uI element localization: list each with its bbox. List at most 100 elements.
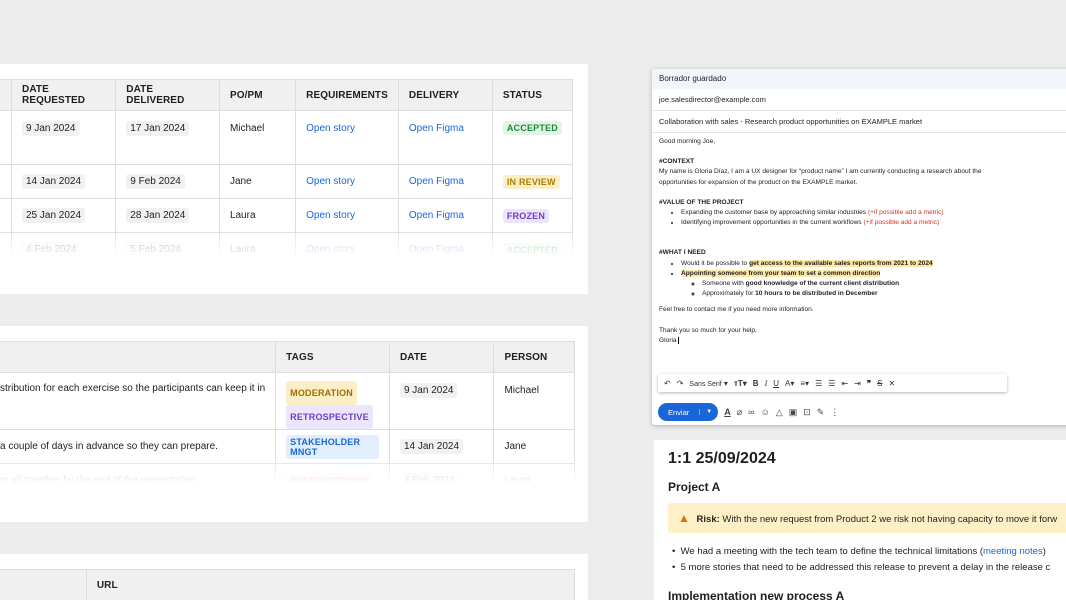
date-chip: 17 Jan 2024 [126, 121, 190, 136]
pm-cell: Laura [218, 198, 297, 233]
col-tags: TAGS [275, 341, 390, 373]
attach-icon[interactable]: ⌀ [737, 407, 742, 418]
open-figma-link[interactable]: Open Figma [409, 210, 464, 221]
date-chip: 25 Jan 2024 [22, 208, 86, 223]
person-cell: Michael [493, 372, 575, 430]
description-cell: stribution for each exercise so the part… [0, 372, 277, 430]
underline-icon[interactable]: U [773, 379, 779, 388]
context-title: #CONTEXT [659, 158, 695, 166]
link-icon[interactable]: ∞ [748, 407, 754, 417]
send-row: Enviar ▼ A ⌀ ∞ ☺ △ ▣ ⊡ ✎ ⋮ [658, 403, 839, 421]
recipient-field[interactable]: joe.salesdirector@example.com [652, 89, 1066, 111]
list-item: Appointing someone from your team to set… [681, 269, 1066, 300]
table-row: a couple of days in advance so they can … [0, 429, 575, 464]
learnings-table: TAGS DATE PERSON stribution for each exe… [0, 341, 575, 498]
list-item: Approximately for 10 hours to be distrib… [702, 289, 1066, 299]
requests-table: DATE REQUESTED DATE DELIVERED PO/PM REQU… [0, 79, 574, 267]
person-cell: Jane [493, 429, 575, 464]
project-heading: Project A [668, 480, 721, 494]
table-row: 25 Jan 2024 28 Jan 2024 Laura Open story… [0, 198, 574, 233]
closing: Feel free to contact me if you need more… [659, 306, 814, 314]
clear-format-icon[interactable]: ✕ [888, 379, 895, 388]
text-color-icon[interactable]: A▾ [785, 379, 794, 388]
table-header-row: DATE REQUESTED DATE DELIVERED PO/PM REQU… [0, 79, 574, 111]
need-list: Would it be possible to get access to th… [659, 259, 1066, 300]
send-options-icon[interactable]: ▼ [699, 409, 718, 415]
numbered-list-icon[interactable]: ☰ [815, 379, 822, 388]
col-status: STATUS [491, 79, 574, 111]
photo-icon[interactable]: ▣ [789, 407, 798, 418]
open-story-link[interactable]: Open story [306, 123, 355, 134]
thanks: Thank you so much for your help, [659, 326, 757, 334]
tag-badge: STAKEHOLDER MNGT [286, 434, 379, 459]
signature-icon[interactable]: ✎ [817, 407, 825, 418]
col-delivery: DELIVERY [397, 79, 493, 111]
indent-less-icon[interactable]: ⇤ [841, 379, 848, 388]
emoji-icon[interactable]: ☺ [761, 407, 770, 417]
open-figma-link[interactable]: Open Figma [409, 123, 464, 134]
col-url: URL [85, 569, 576, 600]
date-chip: 14 Jan 2024 [399, 439, 464, 454]
signature: Gloria [659, 336, 679, 344]
requests-table-card: DATE REQUESTED DATE DELIVERED PO/PM REQU… [0, 64, 588, 294]
email-compose-window: Borrador guardado joe.salesdirector@exam… [652, 69, 1066, 425]
context-text: My name is Gloria Díaz, I am a UX design… [659, 168, 982, 186]
pm-cell: Jane [218, 164, 297, 199]
value-list: Expanding the customer base by approachi… [659, 208, 1066, 228]
lock-icon[interactable]: ⊡ [803, 407, 811, 418]
font-select[interactable]: Sans Serif ▾ [689, 379, 728, 388]
col-po-pm: PO/PM [218, 79, 297, 111]
status-badge: IN REVIEW [502, 174, 560, 189]
links-table-card: URL [0, 554, 588, 600]
indent-more-icon[interactable]: ⇥ [854, 379, 861, 388]
formatting-toolbar: ↶ ↷ Sans Serif ▾ тT▾ B I U A▾ ≡▾ ☰ ☰ ⇤ ⇥… [658, 374, 1007, 392]
list-item: • 5 more stories that need to be address… [672, 562, 1051, 573]
description-cell: a couple of days in advance so they can … [0, 429, 277, 464]
learnings-table-card: TAGS DATE PERSON stribution for each exe… [0, 326, 588, 522]
open-figma-link[interactable]: Open Figma [409, 244, 464, 255]
table-row: 14 Jan 2024 9 Feb 2024 Jane Open story O… [0, 164, 574, 199]
date-chip: 28 Jan 2024 [126, 208, 190, 223]
open-figma-link[interactable]: Open Figma [409, 176, 464, 187]
list-item: Would it be possible to get access to th… [681, 259, 1066, 269]
tag-badge: RETROSPECTIVE [286, 405, 373, 429]
date-chip: 9 Jan 2024 [399, 383, 458, 398]
table-header-row: URL [0, 569, 576, 600]
meeting-notes-link[interactable]: meeting notes [983, 546, 1043, 557]
bulleted-list-icon[interactable]: ☰ [828, 379, 835, 388]
date-chip: 9 Feb 2024 [126, 174, 185, 189]
formatting-options-icon[interactable]: A [724, 407, 731, 417]
list-item: Someone with good knowledge of the curre… [702, 279, 1066, 289]
drive-icon[interactable]: △ [776, 407, 783, 418]
date-chip: 4 Feb 2024 [22, 242, 81, 257]
date-chip: 9 Jan 2024 [22, 121, 80, 136]
undo-icon[interactable]: ↶ [664, 379, 671, 388]
list-item: • We had a meeting with the tech team to… [672, 546, 1046, 557]
open-story-link[interactable]: Open story [306, 210, 355, 221]
date-chip: 5 Feb 2024 [126, 242, 185, 257]
more-options-icon[interactable]: ⋮ [830, 407, 839, 418]
status-badge: ACCEPTED [502, 242, 562, 257]
open-story-link[interactable]: Open story [306, 176, 355, 187]
meeting-notes-doc: 1:1 25/09/2024 Project A ▲ Risk: With th… [654, 440, 1066, 600]
pm-cell: Michael [218, 110, 297, 165]
col-requirements: REQUIREMENTS [295, 79, 399, 111]
subject-field[interactable]: Collaboration with sales - Research prod… [652, 111, 1066, 133]
status-badge: ACCEPTED [502, 121, 562, 135]
font-size-icon[interactable]: тT▾ [734, 379, 747, 388]
italic-icon[interactable]: I [765, 379, 768, 388]
col-date-delivered: DATE DELIVERED [115, 79, 220, 111]
redo-icon[interactable]: ↷ [677, 379, 684, 388]
quote-icon[interactable]: ❞ [867, 379, 871, 388]
send-button[interactable]: Enviar ▼ [658, 403, 719, 421]
status-badge: FROZEN [502, 208, 550, 223]
risk-callout: ▲ Risk: With the new request from Produc… [668, 503, 1066, 533]
table-row: stribution for each exercise so the part… [0, 372, 575, 430]
align-icon[interactable]: ≡▾ [800, 379, 809, 388]
bold-icon[interactable]: B [753, 379, 759, 388]
email-body[interactable]: Good morning Joe, #CONTEXT My name is Gl… [652, 133, 1066, 350]
strikethrough-icon[interactable]: S [877, 379, 882, 388]
value-title: #VALUE OF THE PROJECT [659, 198, 744, 206]
open-story-link[interactable]: Open story [306, 244, 355, 255]
greeting: Good morning Joe, [659, 138, 716, 145]
